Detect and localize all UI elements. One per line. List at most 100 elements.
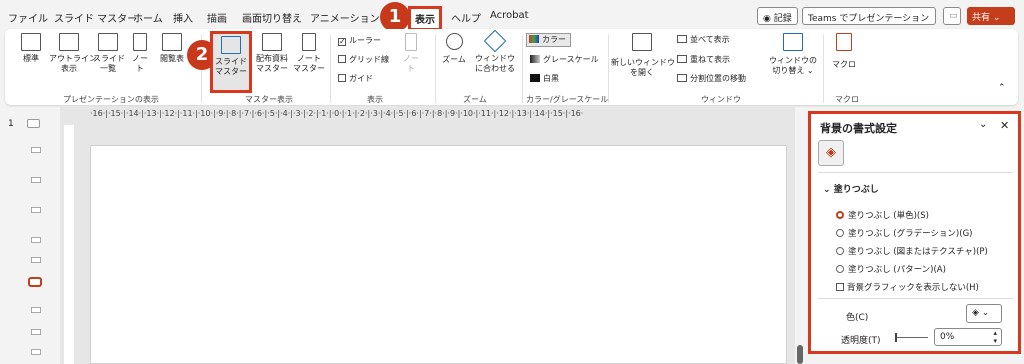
color-button[interactable]: カラー bbox=[526, 33, 571, 47]
layout-thumbnail[interactable] bbox=[31, 307, 41, 313]
new-window-icon bbox=[632, 33, 652, 51]
layout-thumbnail[interactable] bbox=[31, 349, 41, 355]
slider-thumb[interactable] bbox=[895, 333, 897, 342]
fit-to-window-label: ウィンドウ に合わせる bbox=[475, 54, 515, 73]
collapse-ribbon-icon[interactable]: ⌃ bbox=[998, 83, 1006, 93]
group-label-macro: マクロ bbox=[835, 95, 859, 104]
switch-windows-button[interactable]: ウィンドウの 切り替え ⌄ bbox=[767, 33, 819, 76]
pane-title: 背景の書式設定 bbox=[820, 122, 897, 135]
fill-pattern-label: 塗りつぶし (パターン)(A) bbox=[848, 265, 946, 275]
slide-sorter-button[interactable]: スライド 一覧 bbox=[93, 33, 125, 74]
pane-options-chevron-icon[interactable]: ⌄ bbox=[979, 119, 987, 130]
color-picker-button[interactable]: ◈ ⌄ bbox=[966, 304, 1002, 323]
magnifier-icon bbox=[445, 33, 463, 50]
layout-thumbnail[interactable] bbox=[31, 237, 41, 243]
record-button[interactable]: ◉ 記録 bbox=[757, 7, 798, 25]
ribbon: 標準 アウトライン 表示 スライド 一覧 ノー ト 閲覧表 プレゼンテーションの… bbox=[5, 29, 1018, 105]
paint-bucket-icon: ◈ bbox=[826, 145, 836, 160]
fill-section-header[interactable]: ⌄ 塗りつぶし bbox=[823, 182, 879, 195]
radio-selected-icon bbox=[836, 211, 844, 219]
gridlines-checkbox[interactable]: グリッド線 bbox=[338, 54, 389, 66]
spinner-icon[interactable]: ▴ ▾ bbox=[993, 329, 997, 345]
guides-check-icon bbox=[338, 74, 346, 82]
notes-master-button[interactable]: ノート マスター bbox=[293, 33, 325, 74]
normal-view-button[interactable]: 標準 bbox=[15, 33, 47, 64]
tab-insert[interactable]: 挿入 bbox=[173, 10, 193, 25]
tab-acrobat[interactable]: Acrobat bbox=[490, 10, 529, 21]
tab-draw[interactable]: 描画 bbox=[207, 10, 227, 25]
slide-master-label: スライド マスター bbox=[215, 57, 247, 76]
zoom-button[interactable]: ズーム bbox=[440, 33, 468, 65]
normal-view-icon bbox=[21, 33, 41, 51]
black-white-button[interactable]: 白黒 bbox=[530, 73, 559, 85]
handout-master-label: 配布資料 マスター bbox=[256, 54, 288, 73]
outline-view-icon bbox=[59, 33, 79, 51]
layout-thumbnail-selected[interactable] bbox=[28, 277, 42, 287]
share-button[interactable]: 共有 ⌄ bbox=[967, 7, 1015, 25]
layout-thumbnail[interactable] bbox=[31, 329, 41, 335]
ruler-check-icon: ✓ bbox=[338, 37, 346, 46]
tab-help[interactable]: ヘルプ bbox=[451, 10, 481, 25]
fill-gradient-radio[interactable]: 塗りつぶし (グラデーション)(G) bbox=[836, 227, 972, 239]
teams-present-button[interactable]: Teams でプレゼンテーション bbox=[802, 7, 936, 25]
reading-view-label: 閲覧表 bbox=[160, 54, 184, 63]
fill-pattern-radio[interactable]: 塗りつぶし (パターン)(A) bbox=[836, 263, 946, 275]
arrange-all-button[interactable]: 並べて表示 bbox=[677, 34, 730, 46]
layout-thumbnail[interactable] bbox=[31, 207, 41, 213]
vertical-ruler bbox=[64, 125, 74, 364]
tab-home[interactable]: ホーム bbox=[133, 10, 163, 25]
fill-solid-radio[interactable]: 塗りつぶし (単色)(S) bbox=[836, 209, 929, 221]
horizontal-ruler: ·16·|·15·|·14·|·13·|·12·|·11·|·10·|·9·|·… bbox=[90, 109, 584, 118]
color-label: カラー bbox=[542, 35, 566, 44]
separator bbox=[435, 35, 436, 103]
step-badge-1: 1 bbox=[380, 2, 410, 32]
guides-checkbox[interactable]: ガイド bbox=[338, 73, 373, 85]
layout-thumbnail[interactable] bbox=[31, 147, 41, 153]
cascade-button[interactable]: 重ねて表示 bbox=[677, 54, 730, 66]
fill-tab-button[interactable]: ◈ bbox=[818, 140, 844, 166]
share-label: 共有 bbox=[972, 13, 991, 23]
scroll-thumb[interactable] bbox=[797, 345, 803, 364]
transparency-input[interactable]: 0% ▴ ▾ bbox=[934, 328, 1002, 346]
new-window-button[interactable]: 新しいウィンドウ を開く bbox=[611, 33, 675, 78]
grayscale-button[interactable]: グレースケール bbox=[530, 54, 599, 66]
fill-picture-radio[interactable]: 塗りつぶし (図またはテクスチャ)(P) bbox=[836, 245, 988, 257]
ruler-checkbox[interactable]: ✓ ルーラー bbox=[338, 35, 381, 47]
comment-icon[interactable]: ▭ bbox=[943, 7, 961, 25]
cascade-icon bbox=[677, 55, 687, 63]
tab-animations[interactable]: アニメーション bbox=[310, 10, 380, 25]
tab-file[interactable]: ファイル bbox=[8, 10, 48, 25]
group-label-zoom: ズーム bbox=[463, 95, 487, 104]
close-icon[interactable]: ✕ bbox=[1000, 119, 1009, 132]
macro-button[interactable]: マクロ bbox=[829, 33, 859, 70]
reading-view-button[interactable]: 閲覧表 bbox=[157, 33, 187, 64]
thumbnail-pane: 1 bbox=[0, 107, 60, 364]
handout-master-button[interactable]: 配布資料 マスター bbox=[254, 33, 290, 74]
slide-master-button[interactable]: スライド マスター bbox=[210, 31, 252, 93]
fill-picture-label: 塗りつぶし (図またはテクスチャ)(P) bbox=[848, 247, 988, 257]
vertical-scrollbar[interactable] bbox=[795, 107, 805, 364]
black-white-label: 白黒 bbox=[543, 74, 559, 83]
slide-canvas[interactable] bbox=[90, 145, 787, 364]
tab-view[interactable]: 表示 bbox=[408, 6, 442, 31]
transparency-slider[interactable] bbox=[895, 333, 928, 342]
chevron-down-icon: ⌄ bbox=[981, 308, 990, 318]
reading-view-icon bbox=[162, 33, 182, 51]
layout-thumbnail[interactable] bbox=[31, 257, 41, 263]
move-split-button[interactable]: 分割位置の移動 bbox=[677, 73, 746, 85]
notes-page-button[interactable]: ノー ト bbox=[127, 33, 153, 74]
group-label-master-views: マスター表示 bbox=[245, 95, 293, 104]
layout-thumbnail[interactable] bbox=[31, 177, 41, 183]
group-label-window: ウィンドウ bbox=[701, 95, 741, 104]
outline-view-button[interactable]: アウトライン 表示 bbox=[49, 33, 97, 74]
tab-slide-master[interactable]: スライド マスター bbox=[54, 10, 137, 25]
slide-thumbnail[interactable] bbox=[27, 119, 40, 128]
format-background-pane: 背景の書式設定 ⌄ ✕ ◈ ⌄ 塗りつぶし 塗りつぶし (単色)(S) 塗りつぶ… bbox=[808, 111, 1021, 354]
tab-transitions[interactable]: 画面切り替え bbox=[242, 10, 302, 25]
switch-windows-label: ウィンドウの 切り替え ⌄ bbox=[769, 56, 817, 75]
divider bbox=[818, 298, 1013, 299]
slide-number: 1 bbox=[8, 119, 14, 129]
notes-master-icon bbox=[302, 33, 316, 51]
hide-background-graphics-checkbox[interactable]: 背景グラフィックを表示しない(H) bbox=[836, 281, 979, 293]
fit-to-window-button[interactable]: ウィンドウ に合わせる bbox=[473, 29, 517, 74]
